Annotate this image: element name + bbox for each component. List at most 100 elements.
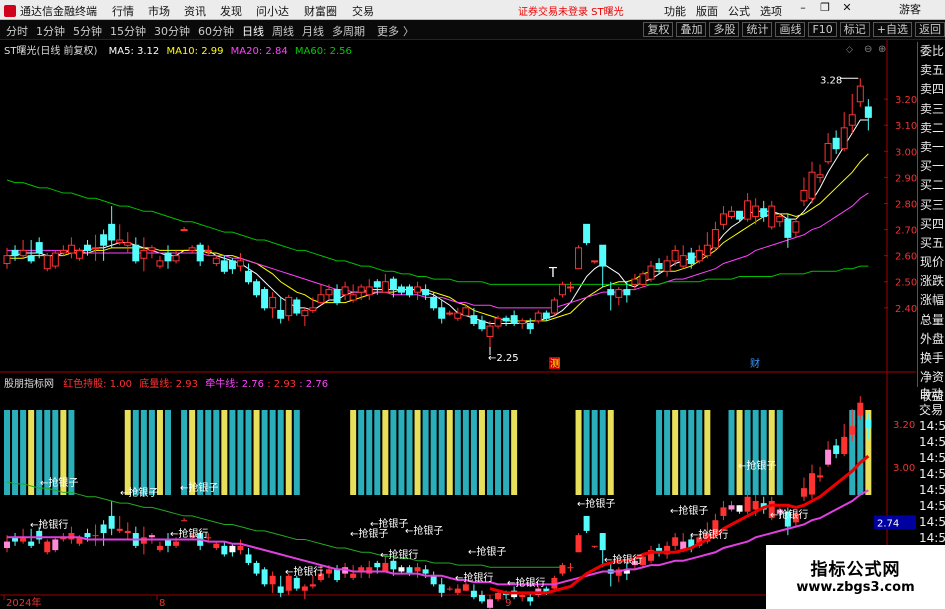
sub-candle-body bbox=[672, 537, 679, 546]
quote-field-15[interactable]: 外盘 bbox=[918, 330, 945, 349]
sub-candle-body bbox=[744, 496, 751, 512]
sub-candle-body bbox=[462, 584, 469, 591]
sub-candle-body bbox=[817, 475, 824, 478]
candle-body bbox=[832, 137, 840, 150]
candle-body bbox=[687, 252, 695, 264]
quote-field-8[interactable]: 买三 bbox=[918, 196, 945, 215]
candle-body bbox=[285, 296, 293, 317]
quote-field-14[interactable]: 总量 bbox=[918, 311, 945, 330]
candle-body bbox=[558, 283, 566, 296]
signal-bar bbox=[591, 410, 598, 495]
sub-candle-body bbox=[833, 445, 840, 454]
event-marker-text: 测 bbox=[550, 357, 560, 370]
signal-bar bbox=[156, 410, 163, 495]
main-axis-label: 2.60 bbox=[895, 252, 917, 263]
quote-field-2[interactable]: 卖四 bbox=[918, 80, 945, 99]
candle-body bbox=[172, 255, 180, 262]
quote-field-7[interactable]: 买二 bbox=[918, 176, 945, 195]
trade-field-3[interactable]: 14:50 bbox=[917, 434, 945, 450]
sub-candle-body bbox=[478, 595, 485, 602]
candle-body bbox=[140, 249, 148, 259]
candle-body bbox=[599, 244, 607, 267]
signal-bar bbox=[422, 410, 429, 495]
candle-body bbox=[792, 221, 800, 233]
candle-body bbox=[736, 210, 744, 220]
candle-body bbox=[373, 281, 381, 288]
quote-field-6[interactable]: 买一 bbox=[918, 157, 945, 176]
candle-body bbox=[583, 223, 591, 244]
signal-bar bbox=[430, 410, 437, 495]
signal-bar bbox=[599, 410, 606, 495]
candle-body bbox=[84, 244, 91, 251]
signal-bar bbox=[253, 410, 260, 495]
candle-body bbox=[67, 244, 75, 254]
trade-field-5[interactable]: 14:50 bbox=[917, 466, 945, 482]
quote-field-0[interactable]: 委比 bbox=[918, 42, 945, 61]
candle-body bbox=[800, 189, 808, 202]
quote-field-10[interactable]: 买五 bbox=[918, 234, 945, 253]
quote-field-13[interactable]: 涨幅 bbox=[918, 291, 945, 310]
trade-field-2[interactable]: 14:50 bbox=[917, 418, 945, 434]
zoom-in-icon: ⊕ bbox=[878, 44, 886, 55]
watermark-url: www.zbgs3.com bbox=[796, 580, 915, 595]
sub-candle-body bbox=[865, 419, 872, 429]
candle-body bbox=[381, 281, 389, 293]
sub-candle-body bbox=[857, 402, 864, 416]
main-axis-label: 2.50 bbox=[895, 278, 917, 289]
signal-bar bbox=[728, 410, 735, 495]
sub-candle-body bbox=[44, 541, 51, 553]
signal-bar bbox=[398, 410, 405, 495]
candle-body bbox=[422, 289, 430, 296]
signal-bar bbox=[470, 410, 477, 495]
candle-body bbox=[414, 286, 422, 293]
candle-body bbox=[631, 278, 639, 285]
signal-bar bbox=[656, 410, 663, 495]
buy-signal-label: ←抢银子 bbox=[738, 459, 776, 472]
quote-field-17[interactable]: 净资 bbox=[918, 368, 945, 387]
candle-body bbox=[212, 257, 220, 264]
candle-body bbox=[430, 296, 438, 309]
sub-candle-body bbox=[591, 545, 598, 547]
candle-body bbox=[518, 320, 526, 324]
trade-field-7[interactable]: 14:50 bbox=[917, 498, 945, 514]
signal-bar bbox=[664, 410, 671, 495]
candle-body bbox=[341, 286, 349, 296]
quote-field-1[interactable]: 卖五 bbox=[918, 61, 945, 80]
high-price-label: 3.28 bbox=[820, 75, 842, 86]
quote-field-9[interactable]: 买四 bbox=[918, 215, 945, 234]
quote-field-12[interactable]: 涨跌 bbox=[918, 272, 945, 291]
candle-body bbox=[534, 312, 542, 322]
candle-body bbox=[623, 289, 631, 296]
signal-bar bbox=[148, 410, 155, 495]
signal-bar bbox=[12, 410, 19, 495]
candle-body bbox=[607, 289, 615, 296]
trade-field-4[interactable]: 14:50 bbox=[917, 450, 945, 466]
trade-field-0[interactable]: 自动 bbox=[917, 386, 945, 402]
watermark-title: 指标公式网 bbox=[810, 560, 901, 580]
candle-body bbox=[494, 317, 502, 327]
trade-field-1[interactable]: 交易 bbox=[917, 402, 945, 418]
quote-field-11[interactable]: 现价 bbox=[918, 253, 945, 272]
candle-body bbox=[92, 247, 100, 250]
candle-body bbox=[236, 260, 244, 267]
main-axis-label: 2.70 bbox=[895, 226, 917, 237]
signal-bar bbox=[696, 410, 703, 495]
sub-candle-body bbox=[309, 584, 316, 587]
signal-bar bbox=[487, 410, 493, 495]
signal-bar bbox=[132, 410, 139, 495]
trade-field-6[interactable]: 14:50 bbox=[917, 482, 945, 498]
quote-field-5[interactable]: 卖一 bbox=[918, 138, 945, 157]
trade-field-8[interactable]: 14:50 bbox=[917, 514, 945, 530]
buy-signal-label: ←抢银子 bbox=[40, 476, 78, 489]
candle-body bbox=[808, 171, 816, 199]
quote-field-3[interactable]: 卖三 bbox=[918, 100, 945, 119]
kline-chart[interactable]: 3.20 3.10 3.00 2.90 2.80 2.70 2.60 2.50 2.40 3.28… bbox=[0, 0, 945, 609]
low-price-label: ←2.25 bbox=[488, 353, 519, 364]
quote-field-16[interactable]: 换手 bbox=[918, 349, 945, 368]
sub-candle-body bbox=[366, 567, 373, 574]
trade-field-9[interactable]: 14:50 bbox=[917, 530, 945, 546]
quote-field-4[interactable]: 卖二 bbox=[918, 119, 945, 138]
signal-bar bbox=[760, 410, 767, 495]
sub-candle-body bbox=[148, 535, 155, 538]
sub-candle-body bbox=[752, 500, 759, 510]
